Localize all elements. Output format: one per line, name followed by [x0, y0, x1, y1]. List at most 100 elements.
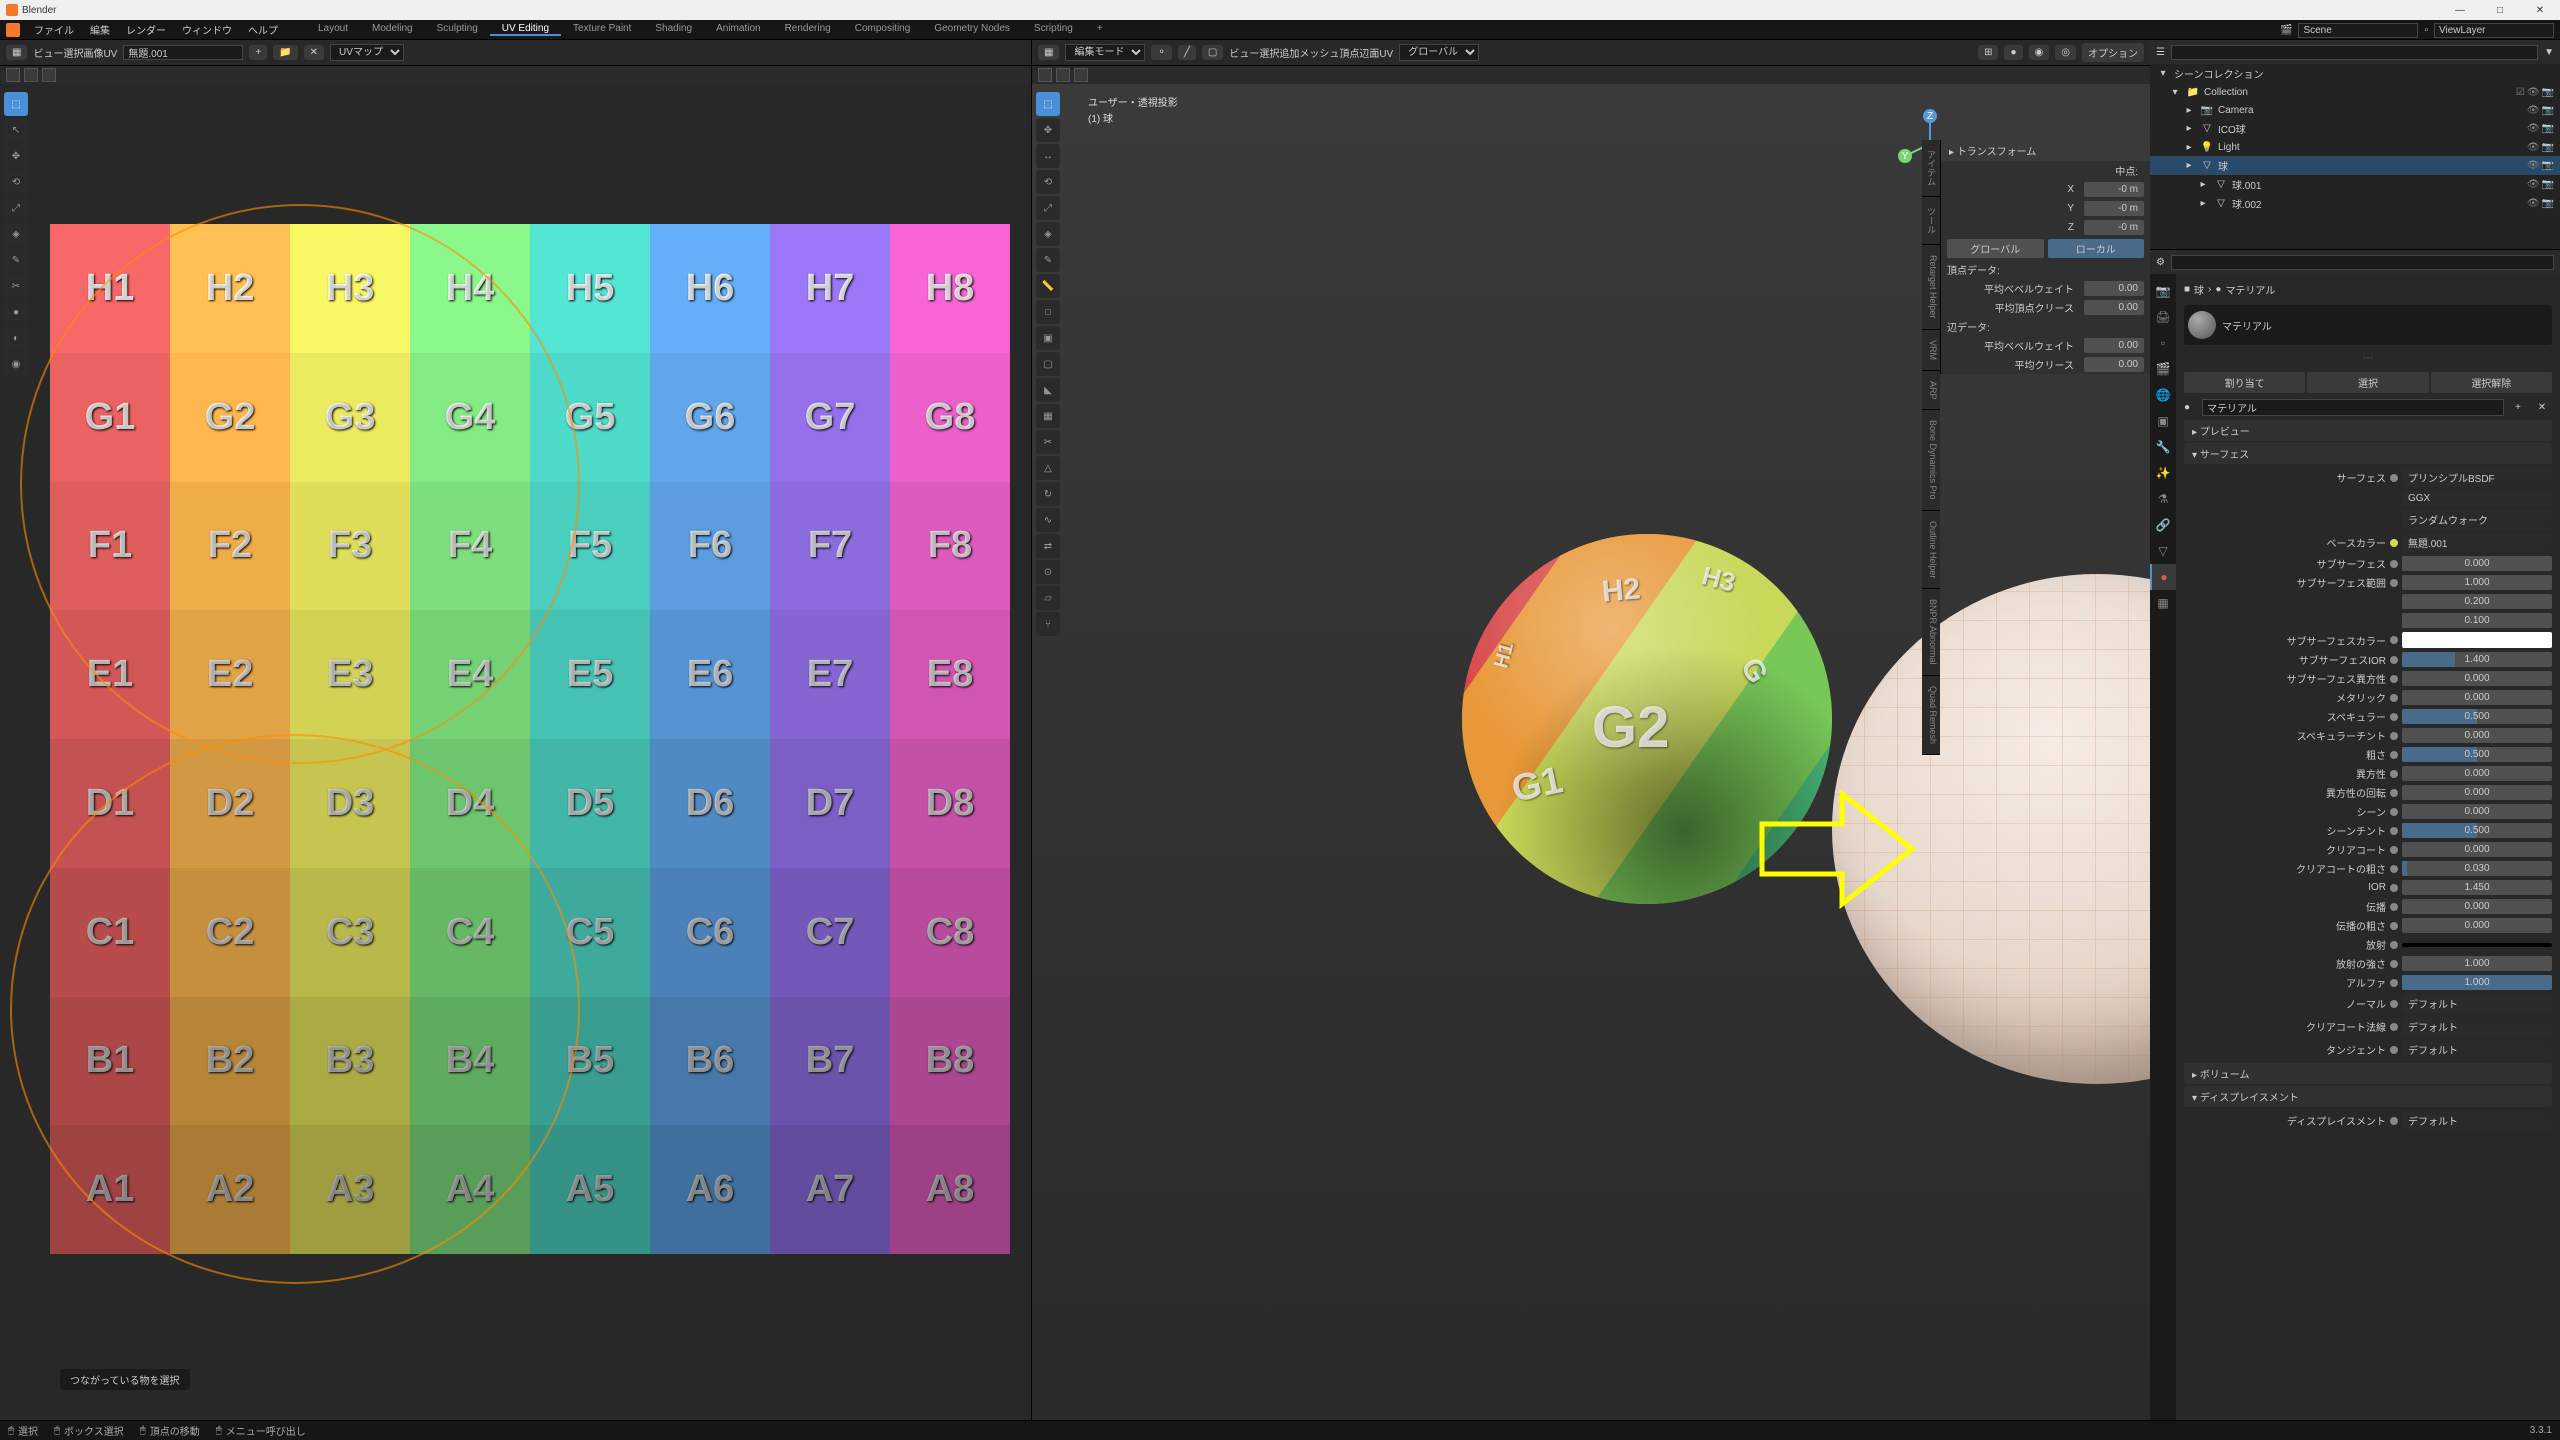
- cc-rough-slider[interactable]: 0.030: [2402, 861, 2552, 876]
- tool-grab[interactable]: ●: [4, 300, 28, 324]
- uv-open-image-button[interactable]: 📁: [273, 45, 297, 60]
- uv-menu-ビュー[interactable]: ビュー: [33, 49, 63, 60]
- overlay-toggle[interactable]: [1038, 68, 1052, 82]
- roughness-slider[interactable]: 0.500: [2402, 747, 2552, 762]
- uv-image-input[interactable]: [123, 45, 243, 60]
- outliner-item[interactable]: ▸▽球.001👁📷: [2150, 175, 2560, 194]
- editor-type-button[interactable]: ▦: [6, 45, 27, 60]
- viewport-canvas[interactable]: ⬚ ✥ ↔ ⟲ ⤢ ◈ ✎ 📏 □ ▣ ▢ ◣ ▦ ✂ △ ↻ ∿ ⇄ ⊙ ▱: [1032, 84, 2150, 1420]
- unlink-material-button[interactable]: ✕: [2532, 402, 2552, 413]
- workspace-tab[interactable]: Compositing: [843, 23, 923, 36]
- filter-icon[interactable]: ▼: [2544, 47, 2554, 58]
- bevel-weight-value[interactable]: 0.00: [2084, 281, 2144, 296]
- tool-rotate[interactable]: ⟲: [4, 170, 28, 194]
- aniso-rot-slider[interactable]: 0.000: [2402, 785, 2552, 800]
- tool-annotate[interactable]: ✎: [4, 248, 28, 272]
- edge-select-button[interactable]: ╱: [1178, 45, 1196, 60]
- tab-material[interactable]: ●: [2150, 564, 2176, 590]
- tab-particle[interactable]: ✨: [2150, 460, 2176, 486]
- tab-render[interactable]: 📷: [2150, 278, 2176, 304]
- emission-color[interactable]: [2402, 943, 2552, 947]
- workspace-tab[interactable]: Modeling: [360, 23, 425, 36]
- subsurf-radius-3[interactable]: 0.100: [2402, 613, 2552, 628]
- z-value[interactable]: -0 m: [2084, 220, 2144, 235]
- displacement-input[interactable]: デフォルト: [2402, 1111, 2552, 1130]
- subsurf-color[interactable]: [2402, 632, 2552, 648]
- tool-loopcut[interactable]: ▦: [1036, 404, 1060, 428]
- uv-display-toggle[interactable]: [42, 68, 56, 82]
- vp-menu-ビュー[interactable]: ビュー: [1229, 49, 1259, 60]
- scene-collection-row[interactable]: ▾シーンコレクション: [2150, 64, 2560, 83]
- cc-normal-input[interactable]: デフォルト: [2402, 1017, 2552, 1036]
- y-value[interactable]: -0 m: [2084, 201, 2144, 216]
- subsurface-slider[interactable]: 0.000: [2402, 556, 2552, 571]
- preview-header[interactable]: ▸ プレビュー: [2184, 420, 2552, 441]
- orientation-select[interactable]: グローバル: [1399, 44, 1479, 61]
- tool-scale[interactable]: ⤢: [4, 196, 28, 220]
- uv-display-toggle[interactable]: [24, 68, 38, 82]
- metallic-slider[interactable]: 0.000: [2402, 690, 2552, 705]
- speculartint-slider[interactable]: 0.000: [2402, 728, 2552, 743]
- outliner-item[interactable]: ▸▽球👁📷: [2150, 156, 2560, 175]
- tool-select-box[interactable]: ⬚: [1036, 92, 1060, 116]
- props-type-icon[interactable]: ⚙: [2156, 257, 2165, 268]
- close-button[interactable]: ✕: [2520, 0, 2560, 20]
- subsurf-radius-1[interactable]: 1.000: [2402, 575, 2552, 590]
- tool-cursor[interactable]: ⬚: [4, 92, 28, 116]
- vp-menu-辺[interactable]: 辺: [1359, 49, 1369, 60]
- viewlayer-input[interactable]: [2434, 23, 2554, 38]
- basecolor-input[interactable]: 無題.001: [2402, 533, 2552, 552]
- tool-cursor[interactable]: ✥: [1036, 118, 1060, 142]
- tool-polybuild[interactable]: △: [1036, 456, 1060, 480]
- vertex-crease-value[interactable]: 0.00: [2084, 300, 2144, 315]
- normal-input[interactable]: デフォルト: [2402, 994, 2552, 1013]
- tool-select[interactable]: ↖: [4, 118, 28, 142]
- workspace-tab[interactable]: UV Editing: [490, 23, 561, 36]
- tool-transform[interactable]: ◈: [4, 222, 28, 246]
- tab-data[interactable]: ▽: [2150, 538, 2176, 564]
- subsurf-aniso-slider[interactable]: 0.000: [2402, 671, 2552, 686]
- tool-scale[interactable]: ⤢: [1036, 196, 1060, 220]
- workspace-tab[interactable]: +: [1085, 23, 1115, 36]
- ior-value[interactable]: 1.450: [2402, 880, 2552, 895]
- local-button[interactable]: ローカル: [2048, 239, 2145, 258]
- outliner-type-icon[interactable]: ☰: [2156, 47, 2165, 58]
- tab-constraint[interactable]: 🔗: [2150, 512, 2176, 538]
- tool-transform[interactable]: ◈: [1036, 222, 1060, 246]
- options-button[interactable]: オプション: [2082, 43, 2144, 62]
- tab-output[interactable]: 🖨: [2150, 304, 2176, 330]
- surface-shader-select[interactable]: プリンシプルBSDF: [2402, 468, 2552, 487]
- face-select-button[interactable]: ▢: [1202, 45, 1223, 60]
- aniso-slider[interactable]: 0.000: [2402, 766, 2552, 781]
- menu-ファイル[interactable]: ファイル: [26, 26, 82, 37]
- volume-header[interactable]: ▸ ボリューム: [2184, 1063, 2552, 1084]
- alpha-slider[interactable]: 1.000: [2402, 975, 2552, 990]
- uv-menu-選択[interactable]: 選択: [63, 49, 83, 60]
- props-search[interactable]: [2171, 255, 2554, 270]
- uv-canvas[interactable]: ⬚ ↖ ✥ ⟲ ⤢ ◈ ✎ ✂ ● ◐ ◉ H1H2H3H4H5H6H7H8G1…: [0, 84, 1031, 1420]
- material-name-input[interactable]: [2202, 399, 2504, 416]
- tab-world[interactable]: 🌐: [2150, 382, 2176, 408]
- select-button[interactable]: 選択: [2307, 372, 2428, 393]
- outliner-item[interactable]: ▸▽球.002👁📷: [2150, 194, 2560, 213]
- vertex-select-button[interactable]: ⚬: [1151, 45, 1171, 60]
- workspace-tab[interactable]: Geometry Nodes: [922, 23, 1022, 36]
- shading-material-button[interactable]: ◉: [2029, 45, 2050, 60]
- tab-texture[interactable]: ▦: [2150, 590, 2176, 616]
- tool-shrink[interactable]: ⊙: [1036, 560, 1060, 584]
- tool-rip[interactable]: ⑂: [1036, 612, 1060, 636]
- overlay-toggle[interactable]: [1074, 68, 1088, 82]
- new-material-button[interactable]: +: [2508, 402, 2528, 413]
- tool-smooth[interactable]: ∿: [1036, 508, 1060, 532]
- tool-rip[interactable]: ✂: [4, 274, 28, 298]
- uv-unlink-button[interactable]: ✕: [304, 45, 324, 60]
- sheentint-slider[interactable]: 0.500: [2402, 823, 2552, 838]
- distribution-select[interactable]: GGX: [2402, 491, 2552, 506]
- shading-solid-button[interactable]: ●: [2004, 45, 2022, 60]
- add-slot[interactable]: ⋯: [2188, 353, 2548, 364]
- overlay-toggle[interactable]: [1056, 68, 1070, 82]
- surface-header[interactable]: ▾ サーフェス: [2184, 443, 2552, 464]
- uv-menu-UV[interactable]: UV: [103, 49, 117, 60]
- transmission-slider[interactable]: 0.000: [2402, 899, 2552, 914]
- tool-pinch[interactable]: ◉: [4, 352, 28, 376]
